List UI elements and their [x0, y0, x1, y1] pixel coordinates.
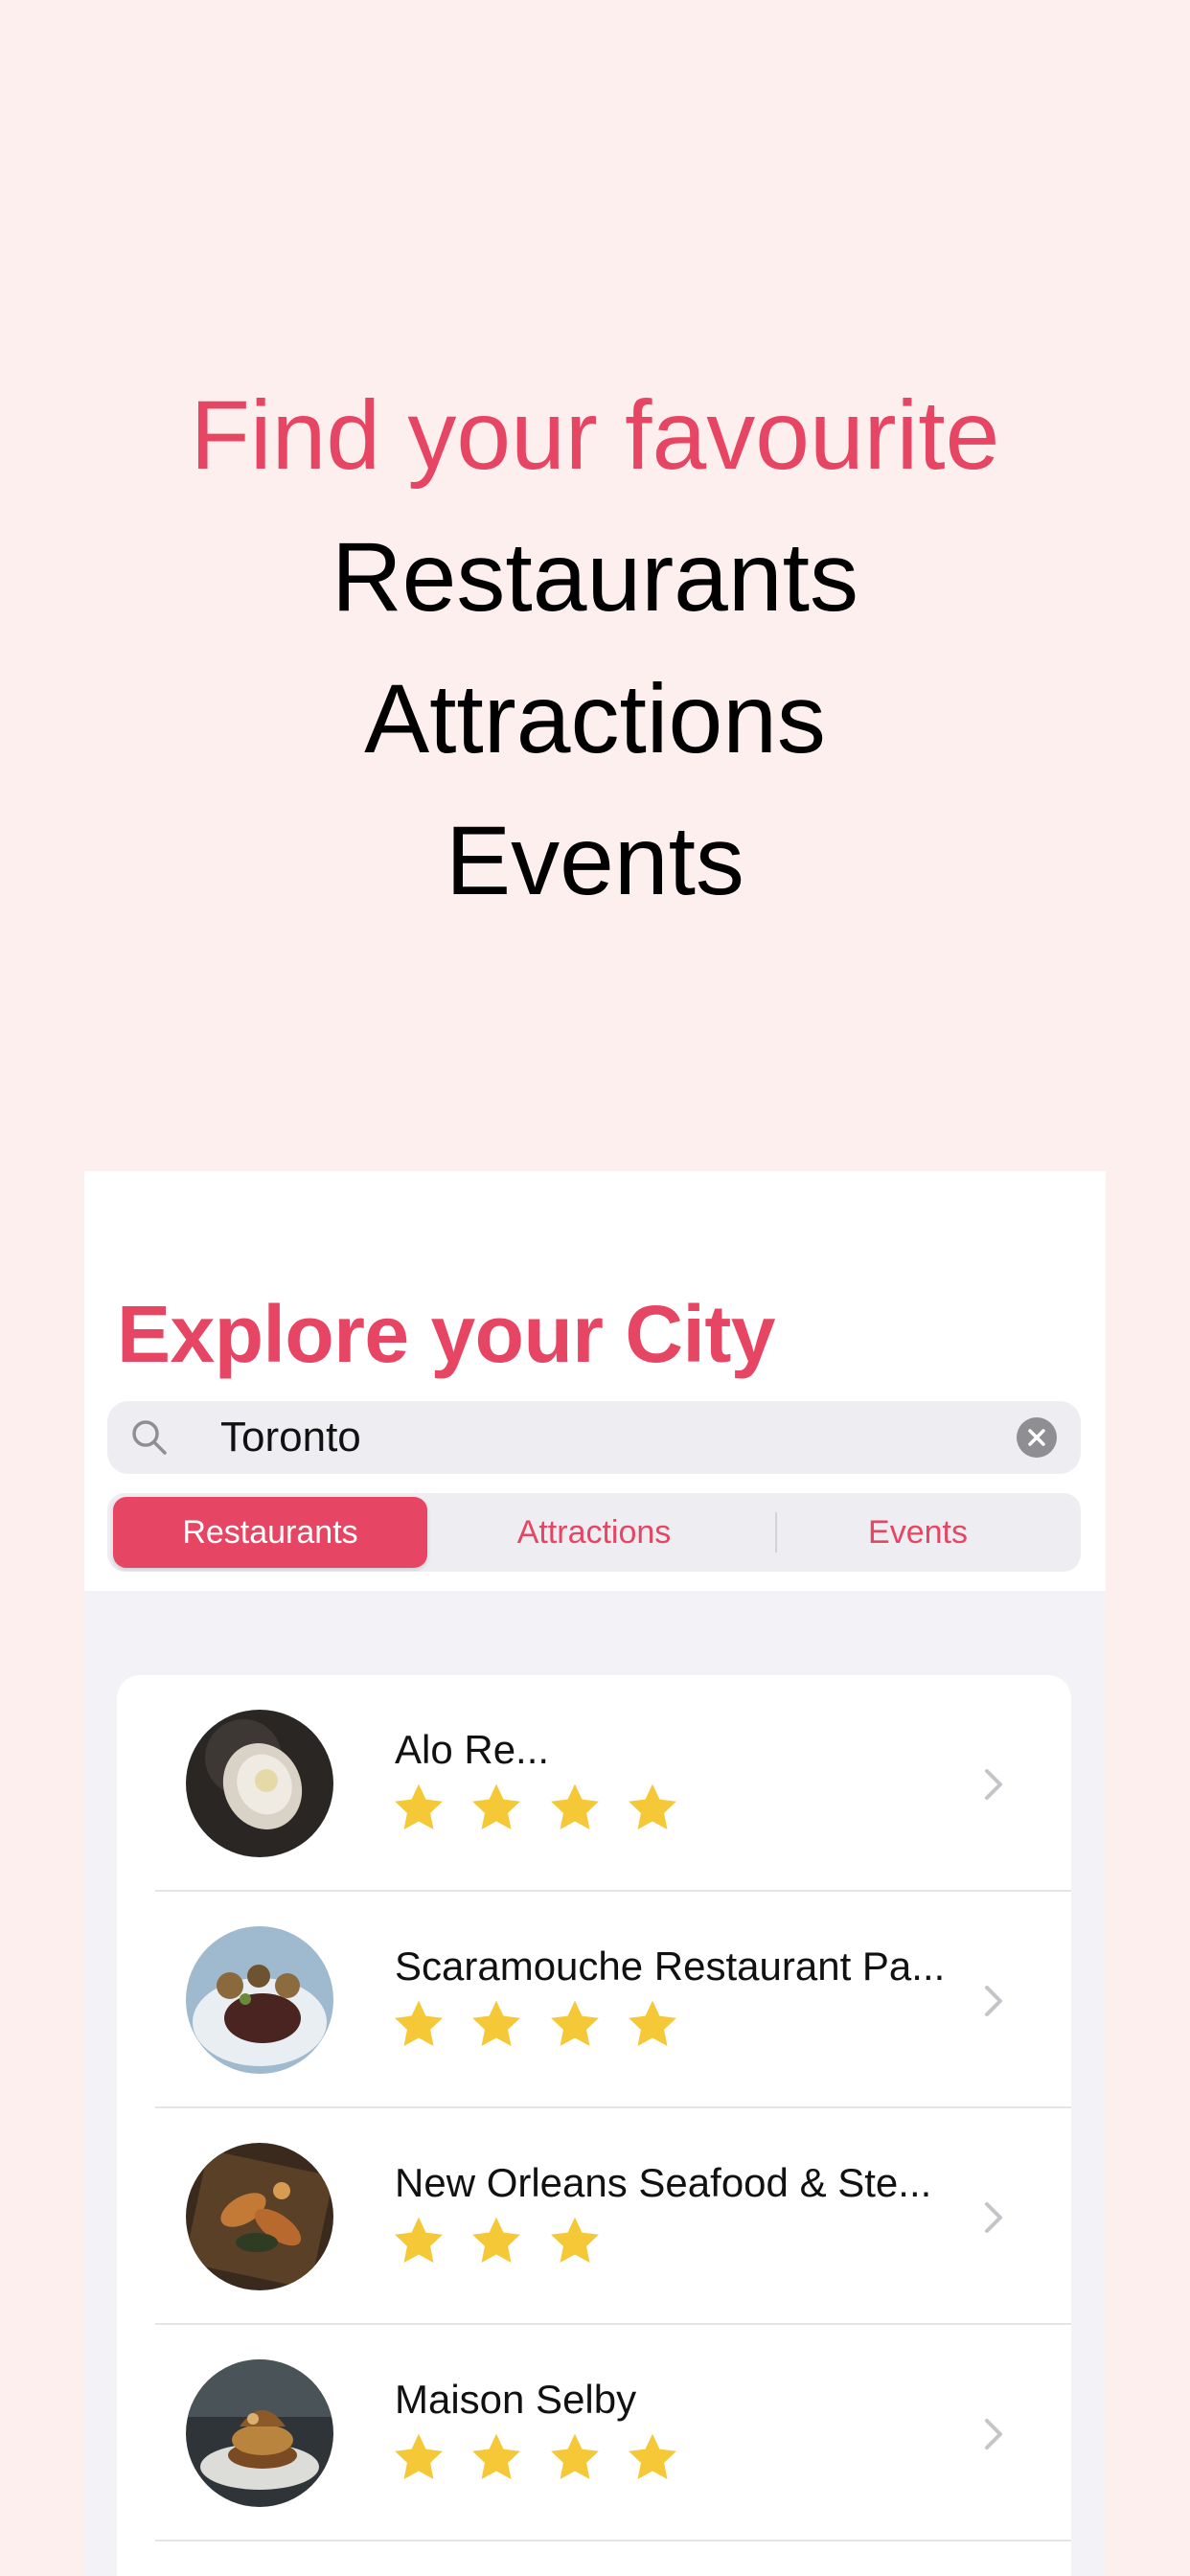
- restaurant-name: New Orleans Seafood & Ste...: [395, 2160, 932, 2205]
- restaurant-thumbnail: [186, 1710, 333, 1857]
- chevron-right-icon: [979, 1980, 1008, 2022]
- segment-events[interactable]: Events: [761, 1497, 1075, 1568]
- star-icon: [391, 1781, 446, 1836]
- star-icon: [391, 2214, 446, 2269]
- star-icon: [547, 2214, 603, 2269]
- star-icon: [469, 1781, 524, 1836]
- hero-headline: Find your favourite Restaurants Attracti…: [0, 364, 1190, 932]
- segment-attractions[interactable]: Attractions: [437, 1497, 751, 1568]
- restaurant-thumbnail: [186, 2143, 333, 2290]
- rating-stars: [391, 1997, 698, 2055]
- restaurant-thumbnail: [186, 2359, 333, 2507]
- hero-line-accent: Find your favourite: [190, 380, 1000, 490]
- restaurant-name: Scaramouche Restaurant Pa...: [395, 1944, 946, 1989]
- chevron-right-icon: [979, 2196, 1008, 2239]
- page-title: Explore your City: [117, 1289, 776, 1379]
- star-icon: [625, 2430, 680, 2486]
- star-icon: [625, 1997, 680, 2053]
- rating-stars: [391, 2214, 621, 2271]
- chevron-right-icon: [979, 1763, 1008, 1806]
- restaurant-name: Alo Re...: [395, 1727, 550, 1772]
- star-icon: [391, 2430, 446, 2486]
- app-header: Explore your City Toronto Restaurants At…: [84, 1171, 1106, 1591]
- list-item[interactable]: Scaramouche Restaurant Pa...: [117, 1892, 1071, 2108]
- star-icon: [547, 1781, 603, 1836]
- star-icon: [547, 2430, 603, 2486]
- search-bar[interactable]: Toronto: [107, 1401, 1081, 1474]
- restaurant-thumbnail: [186, 1926, 333, 2074]
- star-icon: [469, 2214, 524, 2269]
- segment-restaurants[interactable]: Restaurants: [113, 1497, 427, 1568]
- list-item[interactable]: Maison Selby: [117, 2325, 1071, 2542]
- star-icon: [625, 1781, 680, 1836]
- search-input[interactable]: Toronto: [220, 1401, 361, 1474]
- chevron-right-icon: [979, 2413, 1008, 2455]
- row-divider: [155, 2540, 1071, 2542]
- restaurant-name: Maison Selby: [395, 2377, 637, 2422]
- restaurant-list: Alo Re... Scaramouche Restaurant Pa... N…: [117, 1675, 1071, 2576]
- hero-line-restaurants: Restaurants: [332, 522, 858, 632]
- star-icon: [391, 1997, 446, 2053]
- app-screenshot: Explore your City Toronto Restaurants At…: [84, 1171, 1106, 2576]
- search-icon: [130, 1418, 169, 1457]
- list-item[interactable]: New Orleans Seafood & Ste...: [117, 2108, 1071, 2325]
- clear-icon[interactable]: [1016, 1416, 1058, 1459]
- category-segmented-control: Restaurants Attractions Events: [107, 1493, 1081, 1572]
- star-icon: [469, 1997, 524, 2053]
- rating-stars: [391, 1781, 698, 1838]
- hero-line-events: Events: [446, 806, 744, 915]
- star-icon: [547, 1997, 603, 2053]
- list-item[interactable]: Alo Re...: [117, 1675, 1071, 1892]
- hero-line-attractions: Attractions: [364, 664, 826, 773]
- rating-stars: [391, 2430, 698, 2488]
- star-icon: [469, 2430, 524, 2486]
